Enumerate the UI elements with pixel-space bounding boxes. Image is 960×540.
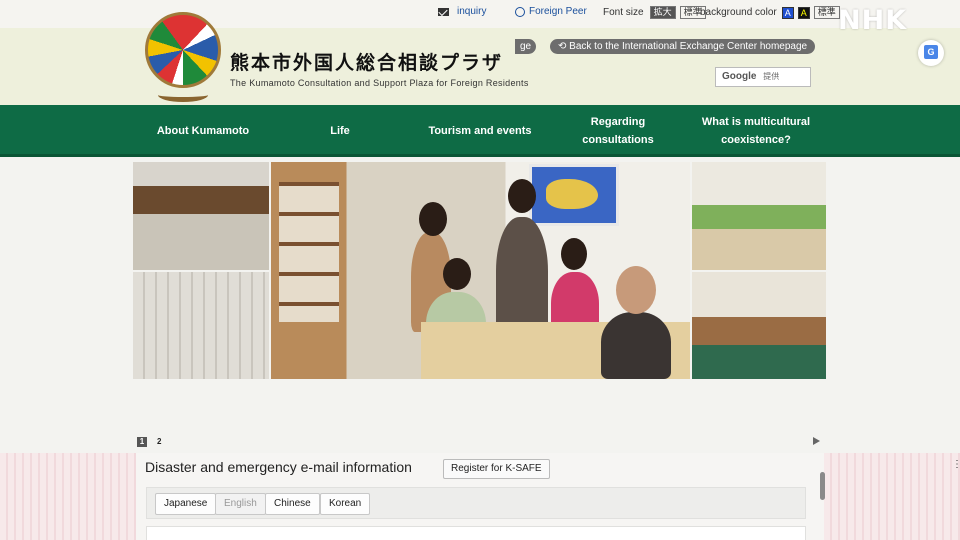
foreign-peer-link[interactable]: Foreign Peer <box>515 6 587 17</box>
photo-library-room <box>692 272 826 379</box>
person-head-shape <box>616 266 656 314</box>
bookshelf-shape <box>279 182 339 322</box>
nhk-watermark: NHK <box>838 5 908 36</box>
photo-slider[interactable] <box>133 162 826 379</box>
logo-globe-icon[interactable] <box>145 12 221 88</box>
site-subtitle: The Kumamoto Consultation and Support Pl… <box>230 78 529 88</box>
emergency-content-box <box>146 526 806 540</box>
person-head-shape <box>508 179 536 213</box>
background-color-control: background color A A 標準 <box>700 6 840 19</box>
tab-korean[interactable]: Korean <box>320 493 371 515</box>
person-head-shape <box>419 202 447 236</box>
slider-page-1[interactable]: 1 <box>137 437 147 447</box>
partial-link-button[interactable]: ge <box>515 39 537 54</box>
search-provider-label: 提供 <box>763 72 780 81</box>
nav-item-about-kumamoto[interactable]: About Kumamoto <box>148 105 258 157</box>
person-head-shape <box>561 238 587 270</box>
google-brand-label: Google <box>722 71 757 82</box>
more-options-icon[interactable]: ⋮ <box>952 459 960 470</box>
register-k-safe-button[interactable]: Register for K-SAFE <box>443 459 550 479</box>
tab-chinese[interactable]: Chinese <box>265 493 320 515</box>
google-search-input[interactable]: Google 提供 <box>715 67 811 87</box>
emergency-panel-title: Disaster and emergency e-mail informatio… <box>145 459 412 475</box>
slider-page-2[interactable]: 2 <box>157 437 161 447</box>
nav-item-multicultural-coexistence[interactable]: What is multicultural coexistence? <box>700 105 812 157</box>
font-size-large-button[interactable]: 拡大 <box>649 6 676 19</box>
inquiry-link[interactable]: inquiry <box>438 6 486 17</box>
inquiry-link-label[interactable]: inquiry <box>457 6 486 17</box>
nav-item-consultations[interactable]: Regarding consultations <box>555 105 681 157</box>
person-shape <box>496 217 548 337</box>
photo-display-table <box>692 162 826 270</box>
person-shape <box>601 312 671 379</box>
slider-next-icon[interactable] <box>813 437 820 445</box>
site-title[interactable]: 熊本市外国人総合相談プラザ <box>230 48 503 75</box>
nav-item-tourism-events[interactable]: Tourism and events <box>425 105 535 157</box>
photo-reception <box>133 162 269 270</box>
font-size-label: Font size <box>603 7 644 18</box>
back-to-center-button[interactable]: ⟲ Back to the International Exchange Cen… <box>550 39 816 54</box>
main-nav: About Kumamoto Life Tourism and events R… <box>0 105 960 157</box>
bg-color-blue-button[interactable]: A <box>781 6 794 19</box>
mail-icon <box>438 7 449 16</box>
nav-item-life[interactable]: Life <box>300 105 380 157</box>
font-size-control: Font size 拡大 標準 <box>603 6 706 19</box>
tab-japanese[interactable]: Japanese <box>155 493 217 515</box>
translate-icon[interactable] <box>918 40 944 66</box>
bg-color-label: background color <box>700 7 777 18</box>
back-to-center-label: Back to the International Exchange Cente… <box>569 41 808 52</box>
globe-icon <box>515 6 525 17</box>
logo-stand <box>158 88 208 102</box>
world-map-board <box>529 164 619 226</box>
person-head-shape <box>443 258 471 290</box>
panel-scrollbar[interactable] <box>820 472 825 500</box>
foreign-peer-label[interactable]: Foreign Peer <box>529 6 587 17</box>
bg-color-standard-button[interactable]: 標準 <box>813 6 840 19</box>
bg-color-black-button[interactable]: A <box>797 6 810 19</box>
photo-brochure-rack <box>133 272 269 379</box>
back-arrow-icon: ⟲ <box>558 41 567 52</box>
tab-english[interactable]: English <box>215 493 266 515</box>
photo-consultation-staff <box>271 162 690 379</box>
